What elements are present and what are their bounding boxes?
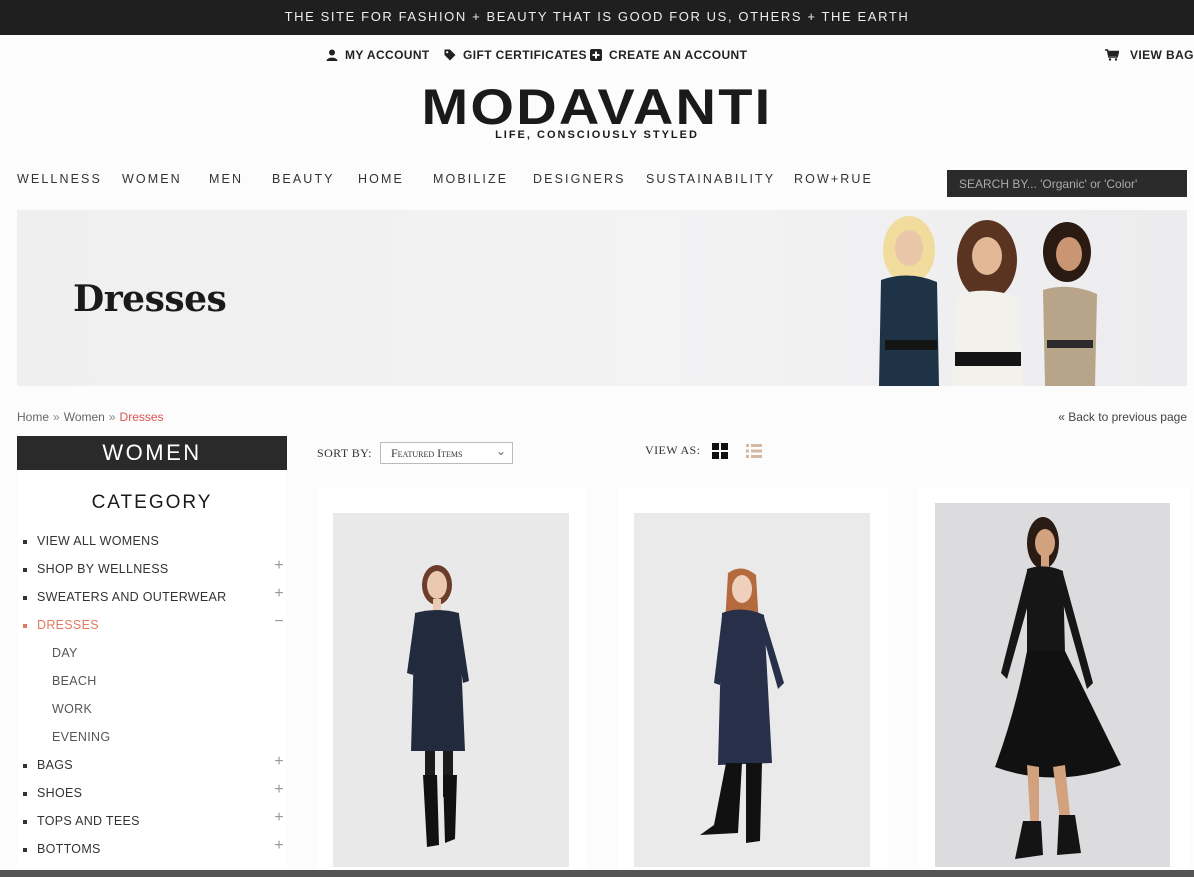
nav-men[interactable]: MEN xyxy=(209,172,243,186)
product-image[interactable] xyxy=(935,503,1170,867)
nav-designers[interactable]: DESIGNERS xyxy=(533,172,626,186)
breadcrumb-separator: » xyxy=(53,410,60,424)
category-label: VIEW ALL WOMENS xyxy=(37,534,160,548)
cart-icon xyxy=(1105,49,1119,61)
expand-icon[interactable]: + xyxy=(274,781,284,799)
bullet xyxy=(23,540,27,544)
user-icon xyxy=(326,49,338,61)
plus-square-icon xyxy=(590,49,602,61)
create-account-label: CREATE AN ACCOUNT xyxy=(609,48,748,62)
product-image[interactable] xyxy=(333,513,569,867)
subcategory-item-beach[interactable]: BEACH xyxy=(17,674,287,694)
sort-select[interactable]: Featured Items ⌄ xyxy=(380,442,513,464)
create-account-link[interactable]: CREATE AN ACCOUNT xyxy=(590,48,747,62)
gift-certificates-link[interactable]: GIFT CERTIFICATES xyxy=(444,48,587,62)
nav-home[interactable]: HOME xyxy=(358,172,404,186)
bullet xyxy=(23,764,27,768)
breadcrumb-home[interactable]: Home xyxy=(17,410,49,424)
gift-certificates-label: GIFT CERTIFICATES xyxy=(463,48,587,62)
subcategory-item-work[interactable]: WORK xyxy=(17,702,287,722)
expand-icon[interactable]: + xyxy=(274,557,284,575)
my-account-label: MY ACCOUNT xyxy=(345,48,430,62)
category-label: BAGS xyxy=(37,758,73,772)
back-to-previous-link[interactable]: « Back to previous page xyxy=(1058,410,1187,424)
brand-tagline: LIFE, CONSCIOUSLY STYLED xyxy=(495,129,699,141)
product-card[interactable] xyxy=(317,487,587,877)
expand-icon[interactable]: + xyxy=(274,585,284,603)
category-item-bags[interactable]: BAGS + xyxy=(17,753,287,778)
bullet xyxy=(23,848,27,852)
category-item-bottoms[interactable]: BOTTOMS + xyxy=(17,837,287,862)
sort-select-value: Featured Items xyxy=(391,446,463,460)
product-image[interactable] xyxy=(634,513,870,867)
subcategory-item-day[interactable]: DAY xyxy=(17,646,287,666)
bullet xyxy=(23,624,27,628)
nav-women[interactable]: WOMEN xyxy=(122,172,182,186)
bullet xyxy=(23,568,27,572)
category-label: WORK xyxy=(52,702,93,716)
expand-icon[interactable]: + xyxy=(274,753,284,771)
category-title: CATEGORY xyxy=(91,492,213,513)
nav-beauty[interactable]: BEAUTY xyxy=(272,172,335,186)
collapse-icon[interactable]: − xyxy=(274,613,284,631)
expand-icon[interactable]: + xyxy=(274,837,284,855)
product-card[interactable] xyxy=(919,487,1189,877)
sidebar-heading: WOMEN xyxy=(17,436,287,470)
category-label: TOPS AND TEES xyxy=(37,814,140,828)
category-label: DRESSES xyxy=(37,618,99,632)
list-view-icon[interactable] xyxy=(746,443,762,459)
promo-text: THE SITE FOR FASHION + BEAUTY THAT IS GO… xyxy=(284,9,910,24)
nav-mobilize[interactable]: MOBILIZE xyxy=(433,172,508,186)
category-label: EVENING xyxy=(52,730,111,744)
subcategory-item-evening[interactable]: EVENING xyxy=(17,730,287,750)
view-bag-link[interactable]: VIEW BAG xyxy=(1105,48,1194,62)
breadcrumb-women[interactable]: Women xyxy=(64,410,105,424)
tag-icon xyxy=(444,49,456,61)
category-item-shoes[interactable]: SHOES + xyxy=(17,781,287,806)
category-sidebar: WOMEN CATEGORY VIEW ALL WOMENS SHOP BY W… xyxy=(17,436,287,877)
category-item-sweaters-and-outerwear[interactable]: SWEATERS AND OUTERWEAR + xyxy=(17,585,287,610)
sort-by-label: SORT BY: xyxy=(317,446,372,460)
category-item-shop-by-wellness[interactable]: SHOP BY WELLNESS + xyxy=(17,557,287,582)
breadcrumb: Home» Women» Dresses xyxy=(17,410,164,424)
bullet xyxy=(23,792,27,796)
category-item-dresses[interactable]: DRESSES − xyxy=(17,613,287,638)
category-label: SHOES xyxy=(37,786,83,800)
breadcrumb-current: Dresses xyxy=(119,410,164,424)
bullet xyxy=(23,596,27,600)
search-input[interactable] xyxy=(947,170,1187,197)
category-item-tops-and-tees[interactable]: TOPS AND TEES + xyxy=(17,809,287,834)
category-item-view-all-womens[interactable]: VIEW ALL WOMENS xyxy=(17,534,287,554)
chevron-down-icon: ⌄ xyxy=(495,444,506,458)
brand-logo[interactable]: MODAVANTI xyxy=(0,80,1194,134)
my-account-link[interactable]: MY ACCOUNT xyxy=(326,48,430,62)
window-bottom-border xyxy=(0,870,1194,877)
banner-title: Dresses xyxy=(73,278,227,320)
nav-wellness[interactable]: WELLNESS xyxy=(17,172,102,186)
category-label: SWEATERS AND OUTERWEAR xyxy=(37,590,227,604)
bullet xyxy=(23,820,27,824)
expand-icon[interactable]: + xyxy=(274,809,284,827)
breadcrumb-separator: » xyxy=(108,410,116,424)
promo-bar: THE SITE FOR FASHION + BEAUTY THAT IS GO… xyxy=(0,0,1194,35)
view-as-label: VIEW AS: xyxy=(645,443,701,457)
product-card[interactable] xyxy=(618,487,888,877)
nav-row-rue[interactable]: ROW+RUE xyxy=(794,172,873,186)
banner-models-image xyxy=(879,216,1097,386)
category-label: BEACH xyxy=(52,674,97,688)
nav-sustainability[interactable]: SUSTAINABILITY xyxy=(646,172,775,186)
category-label: BOTTOMS xyxy=(37,842,101,856)
view-bag-label: VIEW BAG xyxy=(1130,48,1194,62)
grid-view-icon[interactable] xyxy=(712,443,728,459)
category-label: SHOP BY WELLNESS xyxy=(37,562,169,576)
category-label: DAY xyxy=(52,646,78,660)
category-banner: Dresses xyxy=(17,210,1187,386)
